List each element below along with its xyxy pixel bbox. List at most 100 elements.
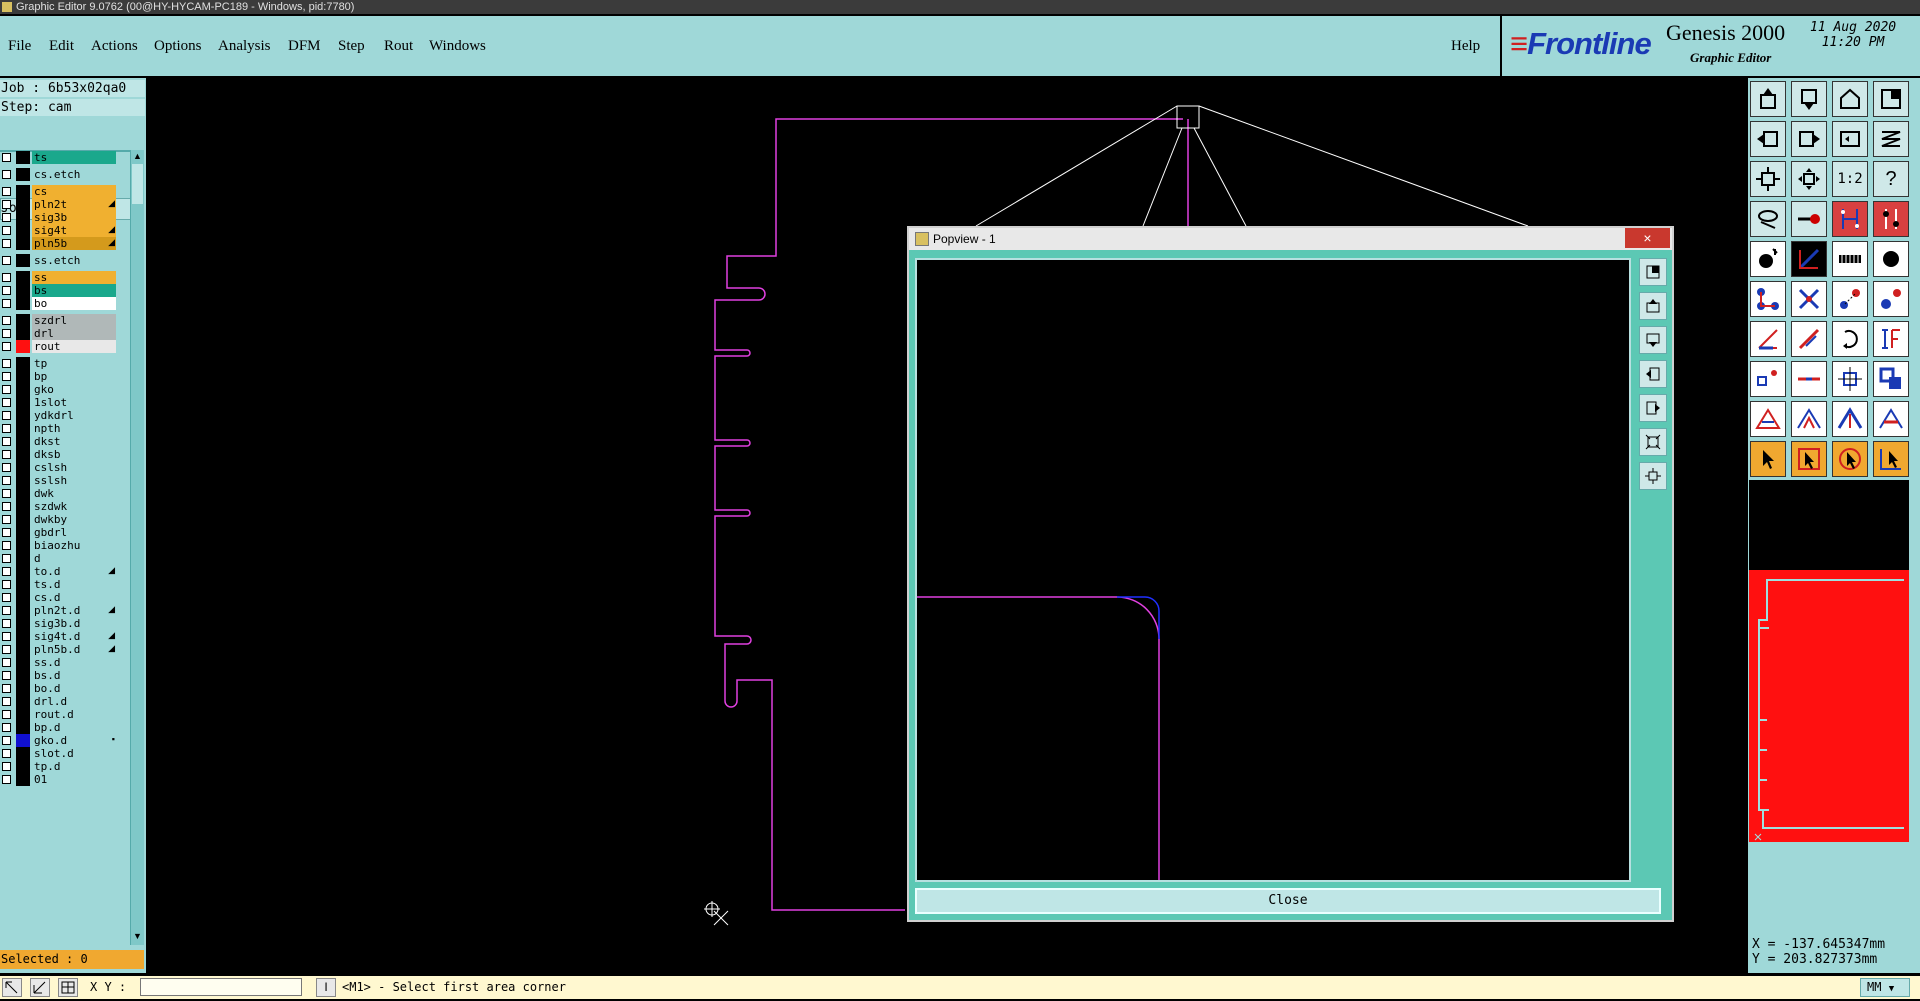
layer-checkbox[interactable] <box>2 359 11 368</box>
layer-checkbox[interactable] <box>2 671 11 680</box>
drc-tool-icon[interactable] <box>1873 201 1909 237</box>
menu-rout[interactable]: Rout <box>384 38 413 55</box>
layer-checkbox[interactable] <box>2 273 11 282</box>
layer-name[interactable]: cs.etch <box>32 168 116 181</box>
layer-color-swatch[interactable] <box>16 254 30 267</box>
triangle-d-tool-icon[interactable] <box>1873 401 1909 437</box>
intersect-tool-icon[interactable] <box>1791 281 1827 317</box>
select-area-tool-icon[interactable] <box>1791 441 1827 477</box>
fill-tool-icon[interactable] <box>1873 321 1909 357</box>
measure-tool-icon[interactable] <box>1750 201 1786 237</box>
layer-checkbox[interactable] <box>2 515 11 524</box>
layer-row-ss-etch[interactable]: ss.etch <box>0 253 118 268</box>
layer-checkbox[interactable] <box>2 329 11 338</box>
menu-file[interactable]: File <box>8 38 31 55</box>
resize-tool-icon[interactable] <box>1832 361 1868 397</box>
add-line-tool-icon[interactable] <box>1791 241 1827 277</box>
layer-checkbox[interactable] <box>2 775 11 784</box>
popview-window-icon[interactable] <box>1639 258 1667 286</box>
copy-tool-icon[interactable] <box>1873 361 1909 397</box>
layer-list-scrollbar[interactable]: ▲ ▼ <box>130 150 144 945</box>
pan-left-tool-icon[interactable] <box>1750 121 1786 157</box>
units-selector[interactable]: MM ▼ <box>1860 978 1910 997</box>
layer-checkbox[interactable] <box>2 153 11 162</box>
layer-checkbox[interactable] <box>2 316 11 325</box>
pan-up-tool-icon[interactable] <box>1750 81 1786 117</box>
home-tool-icon[interactable] <box>1832 81 1868 117</box>
layer-checkbox[interactable] <box>2 398 11 407</box>
layer-checkbox[interactable] <box>2 213 11 222</box>
layer-row-ts[interactable]: ts <box>0 150 118 165</box>
triangle-a-tool-icon[interactable] <box>1750 401 1786 437</box>
layer-checkbox[interactable] <box>2 645 11 654</box>
snap-tool-icon[interactable] <box>1791 201 1827 237</box>
layer-checkbox[interactable] <box>2 372 11 381</box>
layer-checkbox[interactable] <box>2 502 11 511</box>
layer-name[interactable]: rout <box>32 340 116 353</box>
zoom-home-tool-icon[interactable] <box>1791 161 1827 197</box>
layer-checkbox[interactable] <box>2 385 11 394</box>
triangle-b-tool-icon[interactable] <box>1791 401 1827 437</box>
layer-checkbox[interactable] <box>2 593 11 602</box>
xy-input[interactable] <box>140 978 302 996</box>
layer-checkbox[interactable] <box>2 463 11 472</box>
layer-row-rout[interactable]: rout <box>0 339 118 354</box>
pan-right-tool-icon[interactable] <box>1791 121 1827 157</box>
menu-analysis[interactable]: Analysis <box>218 38 271 55</box>
overview-map[interactable] <box>1749 570 1909 842</box>
popview-pan-left-icon[interactable] <box>1639 360 1667 388</box>
menu-actions[interactable]: Actions <box>91 38 138 55</box>
zoom-mode-icon[interactable] <box>2 978 22 997</box>
layer-checkbox[interactable] <box>2 749 11 758</box>
layer-checkbox[interactable] <box>2 606 11 615</box>
menu-options[interactable]: Options <box>154 38 202 55</box>
layer-checkbox[interactable] <box>2 170 11 179</box>
zoom-fit-tool-icon[interactable] <box>1750 161 1786 197</box>
one-to-one-tool-icon[interactable]: 1:2 <box>1832 161 1868 197</box>
scroll-down-icon[interactable]: ▼ <box>132 930 143 942</box>
menu-windows[interactable]: Windows <box>429 38 486 55</box>
layer-checkbox[interactable] <box>2 723 11 732</box>
popview-pan-up-icon[interactable] <box>1639 292 1667 320</box>
move-point-tool-icon[interactable] <box>1832 281 1868 317</box>
cut-tool-icon[interactable] <box>1750 361 1786 397</box>
select-polygon-tool-icon[interactable] <box>1832 441 1868 477</box>
move-pad-tool-icon[interactable] <box>1873 281 1909 317</box>
layer-row-01[interactable]: 01 <box>0 772 118 787</box>
layer-checkbox[interactable] <box>2 762 11 771</box>
layer-color-swatch[interactable] <box>16 237 30 250</box>
split-line-tool-icon[interactable] <box>1791 361 1827 397</box>
layer-checkbox[interactable] <box>2 567 11 576</box>
layer-checkbox[interactable] <box>2 580 11 589</box>
layer-checkbox[interactable] <box>2 200 11 209</box>
popview-close-button[interactable]: Close <box>915 888 1661 914</box>
layer-checkbox[interactable] <box>2 619 11 628</box>
layer-checkbox[interactable] <box>2 658 11 667</box>
triangle-c-tool-icon[interactable] <box>1832 401 1868 437</box>
layer-checkbox[interactable] <box>2 239 11 248</box>
scroll-up-icon[interactable]: ▲ <box>132 150 143 162</box>
layer-color-swatch[interactable] <box>16 151 30 164</box>
layer-checkbox[interactable] <box>2 697 11 706</box>
popview-zoom-out-icon[interactable] <box>1639 428 1667 456</box>
pan-down-tool-icon[interactable] <box>1791 81 1827 117</box>
add-surface-tool-icon[interactable] <box>1873 241 1909 277</box>
arc-tool-icon[interactable] <box>1832 321 1868 357</box>
layer-row-pln5b[interactable]: pln5b ◢ <box>0 236 118 251</box>
layer-name[interactable]: pln5b <box>32 237 116 250</box>
connect-tool-icon[interactable] <box>1750 281 1786 317</box>
layer-color-swatch[interactable] <box>16 168 30 181</box>
select-net-tool-icon[interactable] <box>1873 441 1909 477</box>
layer-checkbox[interactable] <box>2 710 11 719</box>
add-text-tool-icon[interactable] <box>1832 241 1868 277</box>
popview-close-icon[interactable]: × <box>1625 228 1670 248</box>
layer-checkbox[interactable] <box>2 476 11 485</box>
layer-checkbox[interactable] <box>2 411 11 420</box>
toggle-input-icon[interactable]: I <box>316 978 336 997</box>
menu-edit[interactable]: Edit <box>49 38 74 55</box>
layer-checkbox[interactable] <box>2 736 11 745</box>
netlist-tool-icon[interactable] <box>1832 201 1868 237</box>
layer-checkbox[interactable] <box>2 342 11 351</box>
layer-color-swatch[interactable] <box>16 773 30 786</box>
layer-name[interactable]: 01 <box>32 773 116 786</box>
